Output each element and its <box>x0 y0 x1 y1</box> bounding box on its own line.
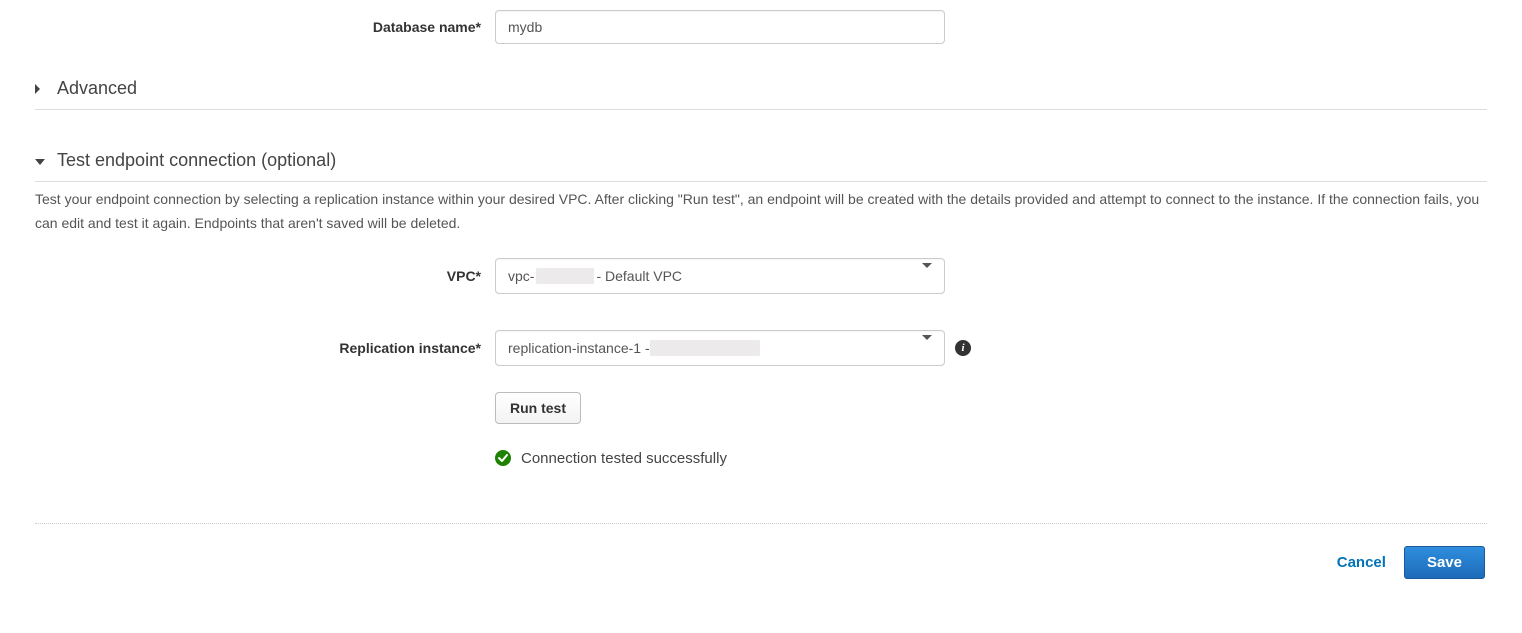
database-name-label: Database name* <box>35 19 495 35</box>
info-icon[interactable]: i <box>955 340 971 356</box>
test-section-description: Test your endpoint connection by selecti… <box>35 182 1487 258</box>
vpc-value-suffix: - Default VPC <box>596 268 682 284</box>
replication-instance-select[interactable]: replication-instance-1 - <box>495 330 945 366</box>
vpc-label: VPC* <box>35 268 495 284</box>
caret-down-icon <box>35 157 57 165</box>
footer-actions: Cancel Save <box>35 524 1487 579</box>
divider <box>35 109 1487 110</box>
vpc-row: VPC* vpc- - Default VPC <box>35 258 1487 294</box>
replication-instance-row: Replication instance* replication-instan… <box>35 330 1487 366</box>
save-button[interactable]: Save <box>1404 546 1485 579</box>
chevron-down-icon <box>922 268 932 284</box>
replication-instance-label: Replication instance* <box>35 340 495 356</box>
cancel-button[interactable]: Cancel <box>1337 554 1386 571</box>
vpc-value-prefix: vpc- <box>508 268 534 284</box>
run-test-row: Run test Connection tested successfully <box>35 392 1487 467</box>
database-name-input[interactable] <box>495 10 945 44</box>
test-section-toggle[interactable]: Test endpoint connection (optional) <box>35 142 1487 181</box>
advanced-section-title: Advanced <box>57 78 137 99</box>
test-status-row: Connection tested successfully <box>495 450 727 467</box>
advanced-section-toggle[interactable]: Advanced <box>35 70 1487 109</box>
replication-instance-value-prefix: replication-instance-1 - <box>508 340 650 356</box>
run-test-button[interactable]: Run test <box>495 392 581 424</box>
test-status-text: Connection tested successfully <box>521 450 727 467</box>
test-section-title: Test endpoint connection (optional) <box>57 150 336 171</box>
vpc-select[interactable]: vpc- - Default VPC <box>495 258 945 294</box>
redacted-vpc-id <box>536 268 594 284</box>
redacted-replication-id <box>650 340 760 356</box>
database-name-row: Database name* <box>35 10 1487 44</box>
chevron-down-icon <box>922 340 932 356</box>
caret-right-icon <box>35 84 57 94</box>
success-check-icon <box>495 450 511 466</box>
